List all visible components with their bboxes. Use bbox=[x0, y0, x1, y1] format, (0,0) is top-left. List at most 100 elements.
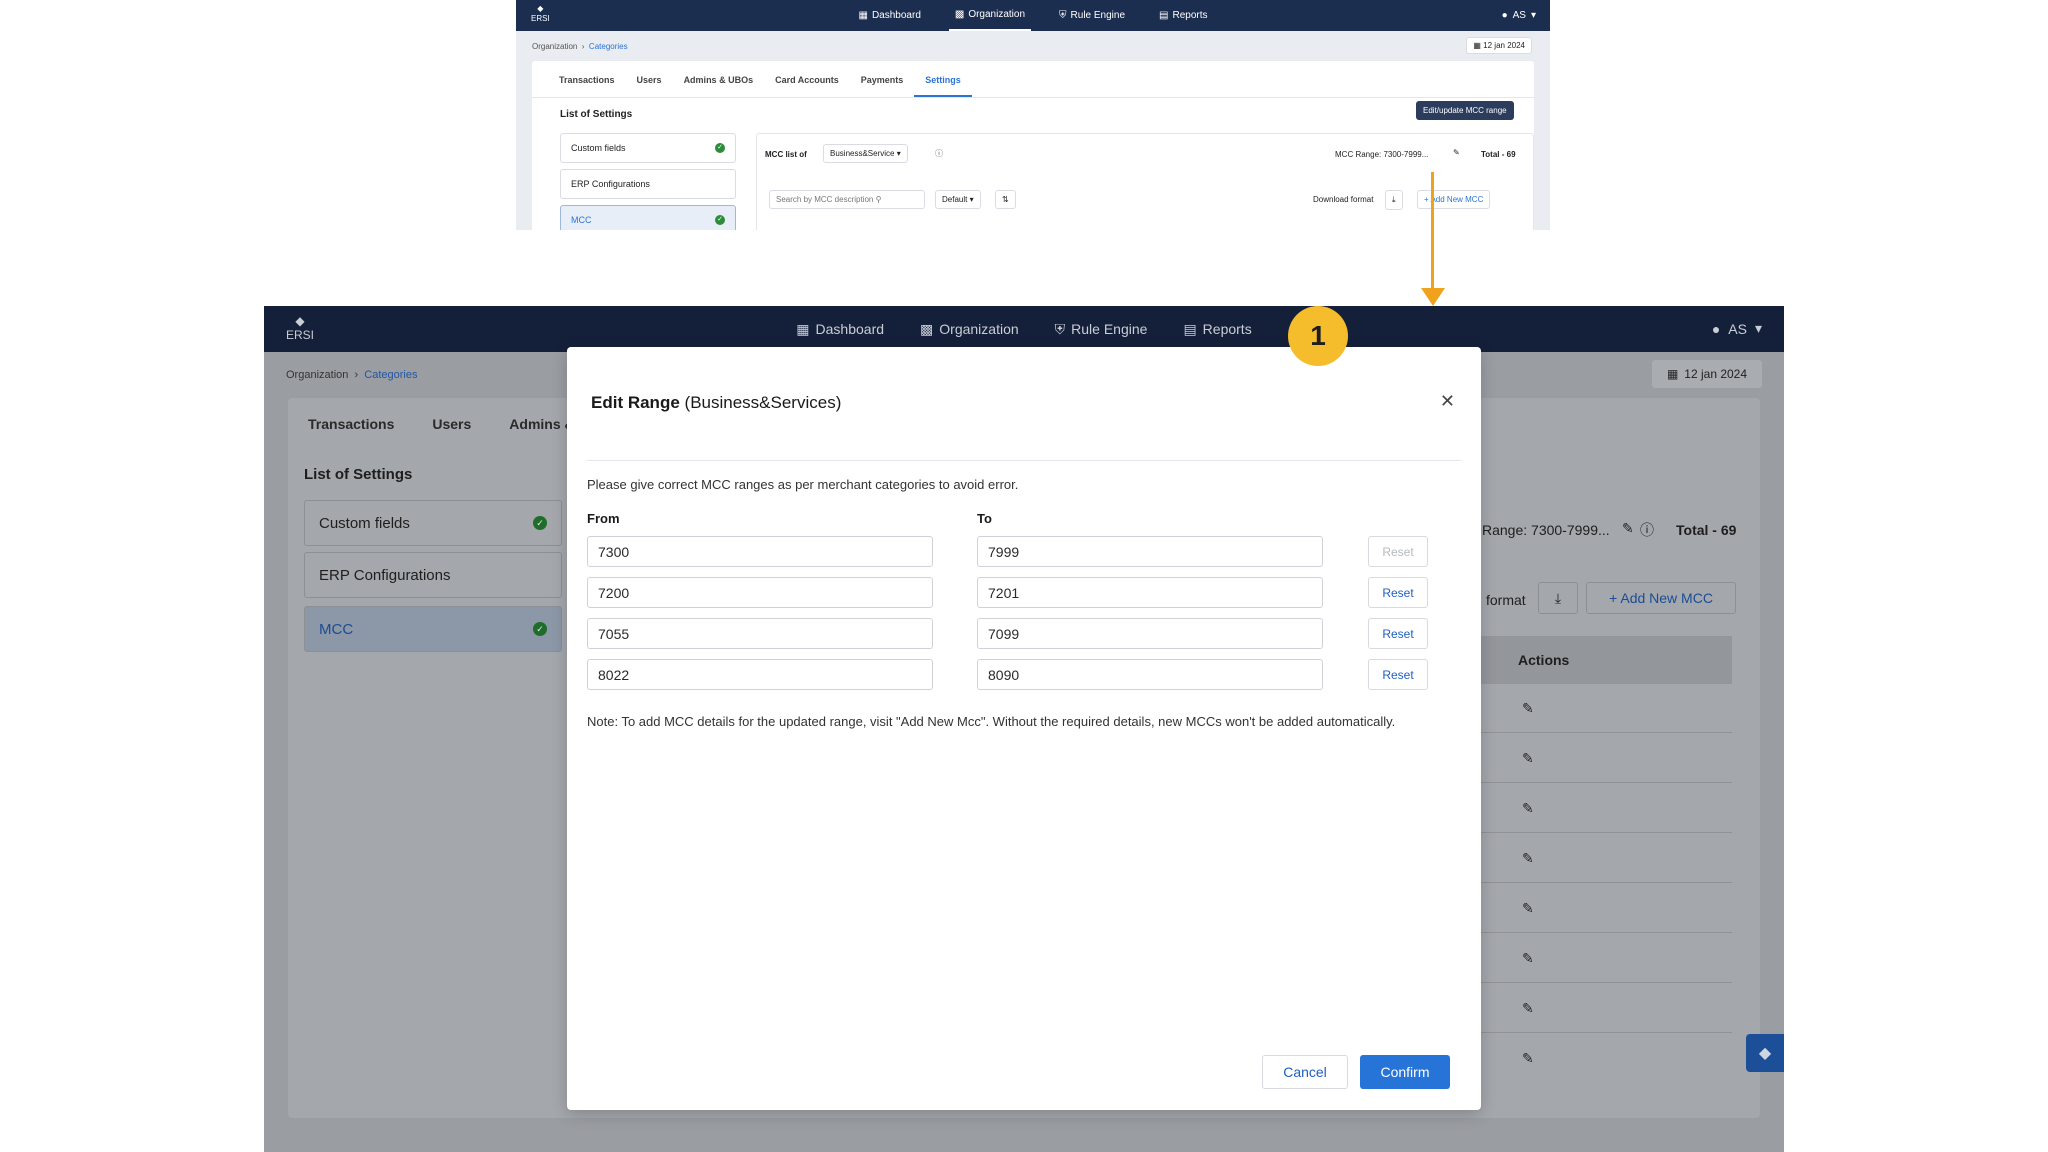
date-badge: ▦ 12 jan 2024 bbox=[1652, 360, 1762, 388]
info-icon: ⓘ bbox=[935, 149, 943, 158]
pencil-icon[interactable]: ✎ bbox=[1622, 520, 1634, 537]
row-divider bbox=[1480, 1032, 1732, 1033]
category-select[interactable]: Business&Service ▾ bbox=[823, 144, 908, 163]
close-icon[interactable]: ✕ bbox=[1440, 391, 1455, 412]
nav-reports[interactable]: ▤ Reports bbox=[1153, 0, 1213, 31]
setting-erp[interactable]: ERP Configurations bbox=[560, 169, 736, 199]
from-input-3[interactable]: 7055 bbox=[587, 618, 933, 649]
user-menu[interactable]: ● AS ▾ bbox=[1502, 10, 1536, 21]
layers-icon[interactable]: ◆ bbox=[1746, 1034, 1784, 1072]
confirm-button[interactable]: Confirm bbox=[1360, 1055, 1450, 1089]
breadcrumb: Organization › Categories bbox=[286, 369, 418, 381]
add-new-mcc-button[interactable]: + Add New MCC bbox=[1417, 190, 1491, 209]
breadcrumb-categories[interactable]: Categories bbox=[364, 369, 417, 381]
info-icon: ⓘ bbox=[1640, 522, 1654, 538]
chevron-down-icon: ▾ bbox=[1754, 320, 1762, 336]
setting-mcc[interactable]: MCC ✓ bbox=[560, 205, 736, 230]
nav-organization[interactable]: ▩ Organization bbox=[948, 0, 1032, 31]
date-badge: ▦ 12 jan 2024 bbox=[1466, 37, 1532, 54]
row-edit-icon[interactable]: ✎ bbox=[1522, 850, 1534, 867]
nav-reports[interactable]: ▤ Reports bbox=[1183, 306, 1251, 352]
to-input-1[interactable]: 7999 bbox=[977, 536, 1323, 567]
from-input-1[interactable]: 7300 bbox=[587, 536, 933, 567]
total-count: Total - 69 bbox=[1676, 522, 1737, 538]
setting-label: MCC bbox=[319, 620, 354, 638]
nav-rule-engine[interactable]: ⛨ Rule Engine bbox=[1055, 306, 1148, 352]
setting-custom-fields[interactable]: Custom fields ✓ bbox=[560, 133, 736, 163]
mcc-range-text: Range: 7300-7999... bbox=[1482, 522, 1610, 538]
row-edit-icon[interactable]: ✎ bbox=[1522, 800, 1534, 817]
tab-users[interactable]: Users bbox=[626, 75, 673, 97]
setting-erp[interactable]: ERP Configurations bbox=[304, 552, 562, 598]
setting-label: Custom fields bbox=[319, 514, 410, 532]
reset-button-3[interactable]: Reset bbox=[1368, 618, 1428, 649]
download-icon[interactable]: ⤓ bbox=[1538, 582, 1578, 614]
row-edit-icon[interactable]: ✎ bbox=[1522, 700, 1534, 717]
row-divider bbox=[1480, 782, 1732, 783]
breadcrumb-organization[interactable]: Organization bbox=[532, 42, 577, 51]
nav-organization[interactable]: ▩ Organization bbox=[920, 306, 1019, 352]
tab-payments[interactable]: Payments bbox=[850, 75, 915, 97]
tab-admins[interactable]: Admins & UBOs bbox=[673, 75, 765, 97]
actions-header: Actions bbox=[1518, 652, 1570, 668]
breadcrumb-categories[interactable]: Categories bbox=[589, 42, 628, 51]
row-edit-icon[interactable]: ✎ bbox=[1522, 900, 1534, 917]
to-input-2[interactable]: 7201 bbox=[977, 577, 1323, 608]
to-input-4[interactable]: 8090 bbox=[977, 659, 1323, 690]
cancel-button[interactable]: Cancel bbox=[1262, 1055, 1348, 1089]
breadcrumb-organization[interactable]: Organization bbox=[286, 369, 348, 381]
row-edit-icon[interactable]: ✎ bbox=[1522, 1000, 1534, 1017]
sort-order-icon[interactable]: ⇅ bbox=[995, 190, 1016, 209]
step-badge: 1 bbox=[1288, 306, 1348, 366]
mcc-list-label: MCC list of bbox=[765, 150, 807, 159]
search-input[interactable]: Search by MCC description ⚲ bbox=[769, 190, 925, 209]
from-input-2[interactable]: 7200 bbox=[587, 577, 933, 608]
from-input-4[interactable]: 8022 bbox=[587, 659, 933, 690]
row-divider bbox=[1480, 982, 1732, 983]
top-navbar: ◆ ERSI ▦ Dashboard ▩ Organization ⛨ Rule Eng… bbox=[516, 0, 1550, 31]
to-label: To bbox=[977, 511, 992, 526]
search-icon: ⚲ bbox=[875, 195, 882, 204]
big-screenshot: ◆ ERSI ▦ Dashboard ▩ Organization ⛨ Rule Eng… bbox=[264, 306, 1784, 1152]
row-divider bbox=[1480, 732, 1732, 733]
row-edit-icon[interactable]: ✎ bbox=[1522, 950, 1534, 967]
modal-title: Edit Range (Business&Services) bbox=[591, 393, 841, 413]
reset-button-1[interactable]: Reset bbox=[1368, 536, 1428, 567]
tooltip-edit-range: Edit/update MCC range bbox=[1416, 101, 1514, 120]
tab-settings[interactable]: Settings bbox=[914, 75, 972, 97]
tab-transactions[interactable]: Transactions bbox=[308, 416, 394, 432]
pencil-icon[interactable]: ✎ bbox=[1453, 148, 1460, 157]
row-divider bbox=[1480, 932, 1732, 933]
setting-label: Custom fields bbox=[571, 143, 626, 153]
mcc-panel: MCC list of Business&Service ▾ ⓘ MCC Ran… bbox=[756, 133, 1534, 230]
setting-mcc[interactable]: MCC ✓ bbox=[304, 606, 562, 652]
row-divider bbox=[1480, 832, 1732, 833]
check-icon: ✓ bbox=[533, 516, 547, 530]
reset-button-4[interactable]: Reset bbox=[1368, 659, 1428, 690]
nav-dashboard[interactable]: ▦ Dashboard bbox=[853, 0, 927, 31]
arrow-connector bbox=[1431, 172, 1434, 290]
mcc-range-text: MCC Range: 7300-7999... bbox=[1335, 150, 1429, 159]
tab-transactions[interactable]: Transactions bbox=[548, 75, 626, 97]
tab-users[interactable]: Users bbox=[432, 416, 471, 432]
row-edit-icon[interactable]: ✎ bbox=[1522, 1050, 1534, 1067]
download-icon[interactable]: ⤓ bbox=[1385, 190, 1403, 210]
breadcrumb: Organization › Categories bbox=[532, 42, 628, 51]
nav-rule-engine[interactable]: ⛨ Rule Engine bbox=[1053, 0, 1131, 31]
user-menu[interactable]: ● AS ▾ bbox=[1712, 320, 1762, 337]
nav-dashboard[interactable]: ▦ Dashboard bbox=[796, 306, 884, 352]
add-new-mcc-button[interactable]: + Add New MCC bbox=[1586, 582, 1736, 614]
modal-title-category: (Business&Services) bbox=[684, 393, 842, 412]
tab-card-accounts[interactable]: Card Accounts bbox=[764, 75, 850, 97]
modal-title-main: Edit Range bbox=[591, 393, 680, 412]
reset-button-2[interactable]: Reset bbox=[1368, 577, 1428, 608]
sort-select[interactable]: Default ▾ bbox=[935, 190, 981, 209]
content-card: Transactions Users Admins & UBOs Card Ac… bbox=[532, 61, 1534, 230]
row-edit-icon[interactable]: ✎ bbox=[1522, 750, 1534, 767]
to-input-3[interactable]: 7099 bbox=[977, 618, 1323, 649]
divider bbox=[587, 460, 1461, 461]
building-icon: ▩ bbox=[920, 320, 934, 337]
setting-label: MCC bbox=[571, 215, 592, 225]
setting-custom-fields[interactable]: Custom fields ✓ bbox=[304, 500, 562, 546]
calendar-icon: ▦ bbox=[1473, 41, 1481, 50]
